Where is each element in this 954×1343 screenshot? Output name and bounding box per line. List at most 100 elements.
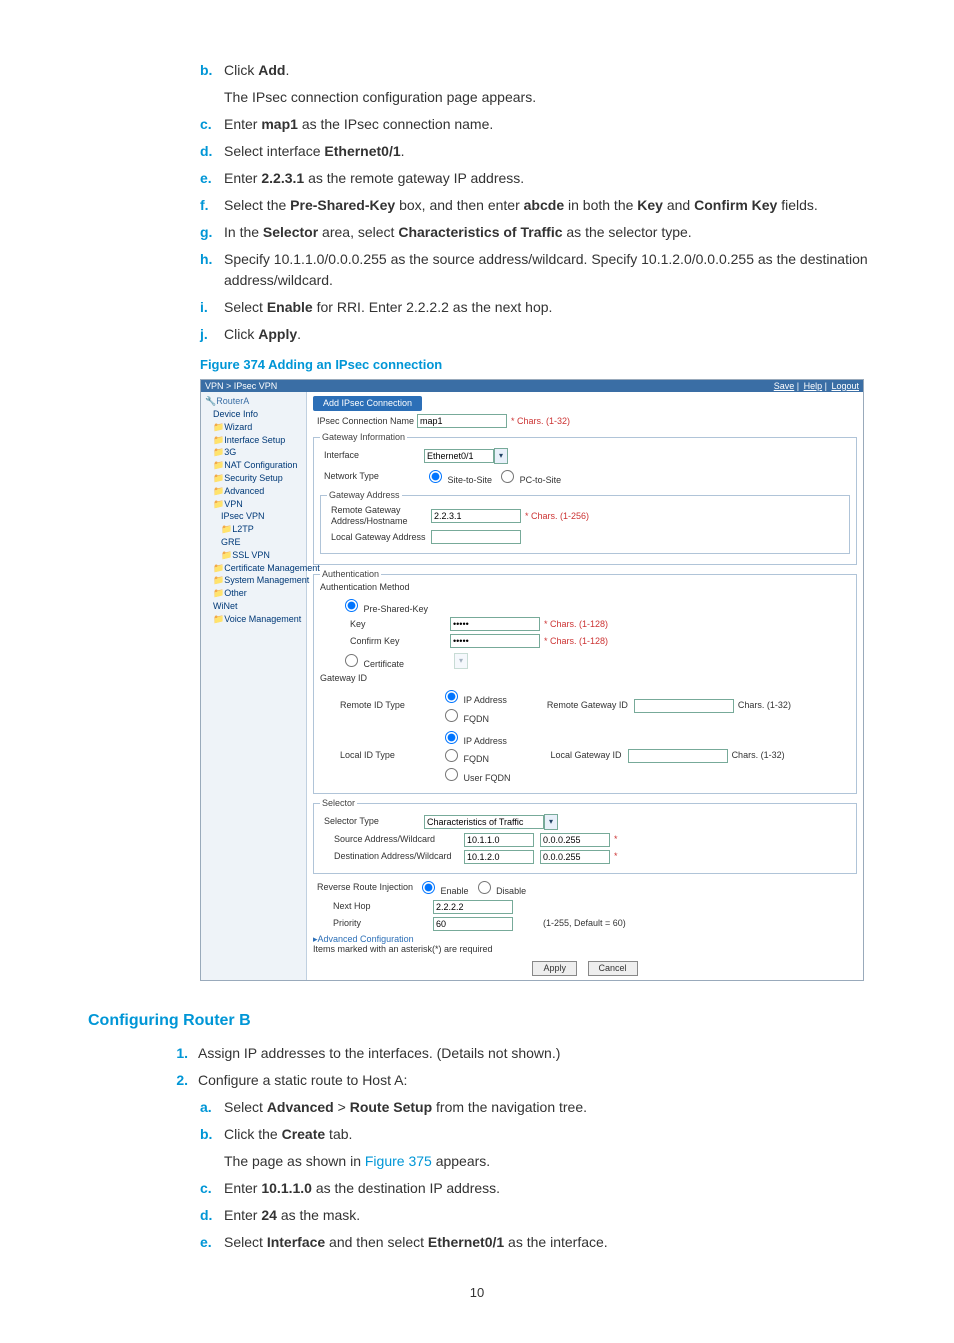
ordered-steps: b.Click Add. The IPsec connection config… (200, 60, 874, 345)
nav-item[interactable]: Device Info (201, 408, 306, 421)
nav-item[interactable]: 📁Interface Setup (201, 434, 306, 447)
gateway-id-label: Gateway ID (320, 673, 850, 684)
step-c: Enter map1 as the IPsec connection name. (224, 114, 874, 135)
nav-item[interactable]: 📁Voice Management (201, 613, 306, 626)
help-link[interactable]: Help (804, 381, 823, 391)
figure-link[interactable]: Figure 375 (365, 1153, 432, 1169)
key-label: Key (320, 619, 450, 630)
fqdn-radio[interactable]: FQDN (440, 714, 489, 724)
src-wild-input[interactable] (540, 833, 610, 847)
adv-config-link[interactable]: ▸Advanced Configuration (313, 934, 857, 945)
nav-item[interactable]: 📁Security Setup (201, 472, 306, 485)
step-b: Click Add. (224, 60, 874, 81)
device-root[interactable]: 🔧RouterA (201, 395, 306, 408)
fqdn-radio[interactable]: FQDN (440, 754, 489, 764)
remote-gw-hint: * Chars. (1-256) (525, 511, 589, 522)
step-f: Select the Pre-Shared-Key box, and then … (224, 195, 874, 216)
fs-gateway-info: Gateway Information (320, 432, 407, 443)
required-note: Items marked with an asterisk(*) are req… (313, 944, 857, 955)
conn-name-hint: * Chars. (1-32) (511, 416, 570, 427)
step-marker: h. (200, 249, 224, 291)
save-link[interactable]: Save (774, 381, 795, 391)
sub-b: Click the Create tab. (224, 1124, 874, 1145)
nav-item[interactable]: 📁Advanced (201, 485, 306, 498)
interface-select[interactable] (424, 449, 494, 463)
nav-item[interactable]: 📁Wizard (201, 421, 306, 434)
step-d: Select interface Ethernet0/1. (224, 141, 874, 162)
nexthop-input[interactable] (433, 900, 513, 914)
nav-item[interactable]: WiNet (201, 600, 306, 613)
nav-item[interactable]: GRE (201, 536, 306, 549)
fs-auth: Authentication (320, 569, 381, 580)
cert-radio[interactable]: Certificate (340, 651, 404, 670)
step-b-note: The IPsec connection configuration page … (224, 87, 874, 108)
fs-selector: Selector (320, 798, 357, 809)
chevron-down-icon[interactable]: ▾ (544, 814, 558, 830)
nav-item[interactable]: 📁3G (201, 446, 306, 459)
sub-a: Select Advanced > Route Setup from the n… (224, 1097, 874, 1118)
step-h: Specify 10.1.1.0/0.0.0.255 as the source… (224, 249, 874, 291)
disable-radio[interactable]: Disable (473, 878, 527, 897)
nav-item-ipsec[interactable]: IPsec VPN (201, 510, 306, 523)
section-heading: Configuring Router B (88, 1009, 874, 1033)
conn-name-input[interactable] (417, 414, 507, 428)
nav-item[interactable]: 📁SSL VPN (201, 549, 306, 562)
sub-b-note: The page as shown in Figure 375 appears. (224, 1151, 874, 1172)
remote-gw-input[interactable] (431, 509, 521, 523)
cancel-button[interactable]: Cancel (588, 961, 638, 976)
chevron-down-icon[interactable]: ▾ (494, 448, 508, 464)
nav-item[interactable]: 📁NAT Configuration (201, 459, 306, 472)
remote-gw-id-input[interactable] (634, 699, 734, 713)
dst-addr-input[interactable] (464, 850, 534, 864)
site-to-site-radio[interactable]: Site-to-Site (424, 467, 492, 486)
local-gw-id-input[interactable] (628, 749, 728, 763)
dst-label: Destination Address/Wildcard (320, 851, 464, 862)
page-number: 10 (80, 1283, 874, 1303)
nav-item[interactable]: 📁Certificate Management (201, 562, 306, 575)
local-id-type-label: Local ID Type (320, 750, 440, 761)
nav-item[interactable]: 📁System Management (201, 574, 306, 587)
ckey-input[interactable] (450, 634, 540, 648)
ip-radio[interactable]: IP Address (440, 736, 507, 746)
src-addr-input[interactable] (464, 833, 534, 847)
interface-label: Interface (320, 450, 424, 461)
step-marker: g. (200, 222, 224, 243)
pc-to-site-radio[interactable]: PC-to-Site (496, 467, 561, 486)
nav-tree: 🔧RouterA Device Info 📁Wizard 📁Interface … (201, 392, 307, 980)
rri-label: Reverse Route Injection (313, 882, 417, 893)
network-type-label: Network Type (320, 471, 424, 482)
breadcrumb: VPN > IPsec VPN (205, 381, 277, 392)
sub-c: Enter 10.1.1.0 as the destination IP add… (224, 1178, 874, 1199)
nav-item[interactable]: 📁VPN (201, 498, 306, 511)
fs-gateway-addr: Gateway Address (327, 490, 402, 501)
local-gw-input[interactable] (431, 530, 521, 544)
step-i: Select Enable for RRI. Enter 2.2.2.2 as … (224, 297, 874, 318)
dst-wild-input[interactable] (540, 850, 610, 864)
nav-item[interactable]: 📁Other (201, 587, 306, 600)
step-marker: e. (200, 168, 224, 189)
step-marker: i. (200, 297, 224, 318)
num-2: Configure a static route to Host A: (198, 1070, 874, 1091)
tab-add-ipsec[interactable]: Add IPsec Connection (313, 396, 422, 411)
step-marker: f. (200, 195, 224, 216)
priority-input[interactable] (433, 917, 513, 931)
ufqdn-radio[interactable]: User FQDN (440, 773, 511, 783)
logout-link[interactable]: Logout (831, 381, 859, 391)
ip-radio[interactable]: IP Address (440, 695, 507, 705)
apply-button[interactable]: Apply (532, 961, 577, 976)
figure-caption: Figure 374 Adding an IPsec connection (200, 355, 874, 375)
selector-type-select[interactable] (424, 815, 544, 829)
priority-label: Priority (313, 918, 433, 929)
nav-item[interactable]: 📁L2TP (201, 523, 306, 536)
conn-name-label: IPsec Connection Name (313, 416, 417, 427)
remote-id-type-label: Remote ID Type (320, 700, 440, 711)
auth-method-label: Authentication Method (320, 582, 850, 593)
key-input[interactable] (450, 617, 540, 631)
step-marker: d. (200, 141, 224, 162)
enable-radio[interactable]: Enable (417, 878, 469, 897)
local-gw-id-label: Local Gateway ID (551, 750, 622, 761)
psk-radio[interactable]: Pre-Shared-Key (340, 596, 428, 615)
src-label: Source Address/Wildcard (320, 834, 464, 845)
step-marker: c. (200, 114, 224, 135)
local-gw-label: Local Gateway Address (327, 532, 431, 543)
